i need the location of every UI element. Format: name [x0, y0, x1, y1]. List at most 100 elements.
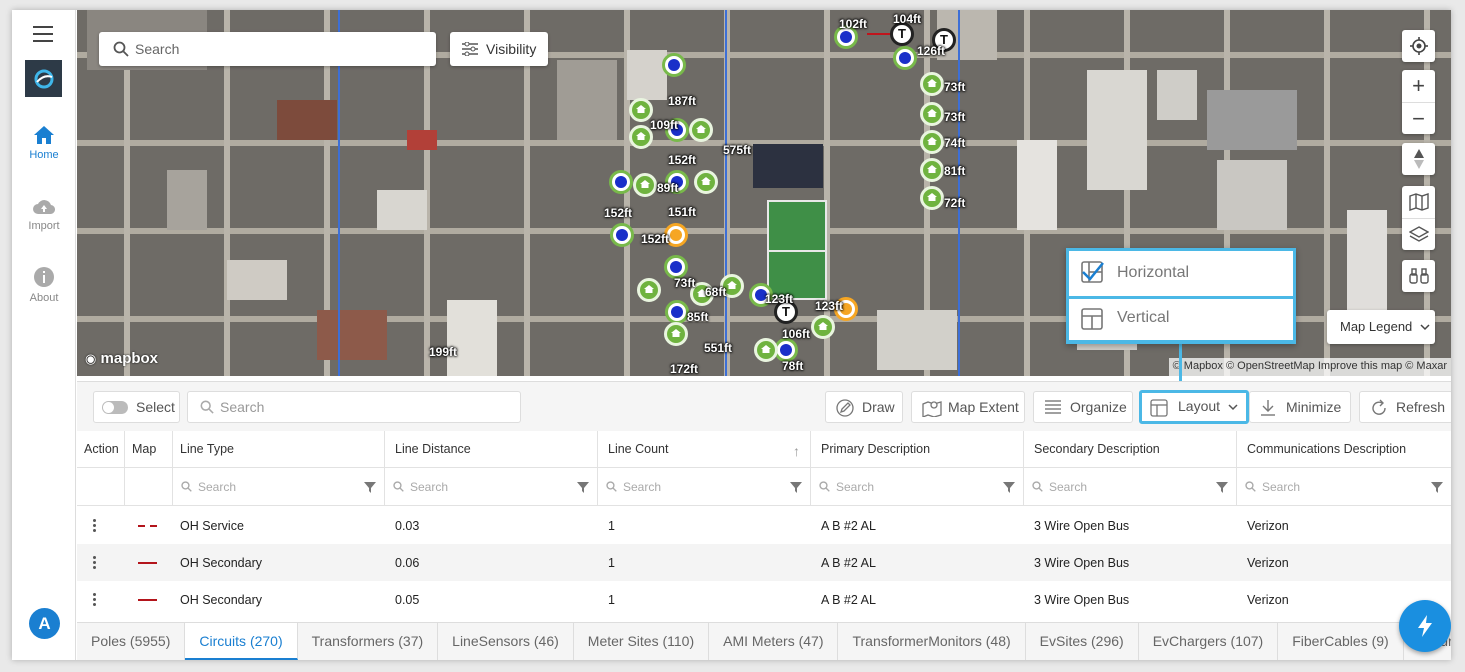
sidebar-item-import[interactable]: Import: [12, 198, 76, 232]
kebab-menu-icon[interactable]: [93, 556, 97, 569]
crosshair-icon[interactable]: [1402, 30, 1435, 62]
layout-option-horizontal[interactable]: Horizontal: [1069, 251, 1293, 294]
map-node[interactable]: [893, 46, 917, 70]
filter-icon[interactable]: [1216, 482, 1228, 493]
map-node[interactable]: [610, 223, 634, 247]
filter-input-line-count[interactable]: Search: [598, 468, 811, 505]
tab-poles[interactable]: Poles (5955): [77, 623, 186, 660]
column-header-line-distance[interactable]: Line Distance: [385, 431, 598, 467]
filter-icon[interactable]: [1003, 482, 1015, 493]
filter-icon[interactable]: [1431, 482, 1443, 493]
cell-line-count: 1: [608, 555, 615, 570]
map-search-input[interactable]: Search: [99, 32, 436, 66]
tab-ami-meters[interactable]: AMI Meters (47): [709, 623, 839, 660]
tab-ev-sites[interactable]: EvSites (296): [1026, 623, 1139, 660]
avatar[interactable]: A: [29, 608, 60, 639]
organize-button[interactable]: Organize: [1033, 391, 1133, 423]
map-attribution[interactable]: © Mapbox © OpenStreetMap Improve this ma…: [1168, 358, 1451, 376]
map-icon[interactable]: [1402, 186, 1435, 218]
zoom-out-icon[interactable]: −: [1402, 102, 1435, 134]
quick-action-button[interactable]: [1399, 600, 1451, 652]
geolocate-control[interactable]: [1402, 30, 1435, 62]
map-node[interactable]: [920, 158, 944, 182]
table-row[interactable]: OH Secondary 0.06 1 A B #2 AL 3 Wire Ope…: [77, 544, 1451, 581]
column-header-communications-description[interactable]: Communications Description: [1237, 431, 1451, 467]
filter-input-secondary-description[interactable]: Search: [1024, 468, 1237, 505]
binoculars-control[interactable]: [1402, 260, 1435, 292]
row-map-line-symbol[interactable]: [125, 544, 173, 581]
map-node[interactable]: [662, 53, 686, 77]
map-node[interactable]: [920, 186, 944, 210]
filter-icon[interactable]: [790, 482, 802, 493]
tab-transformer-monitors[interactable]: TransformerMonitors (48): [838, 623, 1026, 660]
binoculars-icon[interactable]: [1402, 260, 1435, 292]
compass-control[interactable]: [1402, 143, 1435, 175]
map-node[interactable]: [637, 278, 661, 302]
menu-icon[interactable]: [33, 26, 53, 42]
tab-ev-chargers[interactable]: EvChargers (107): [1139, 623, 1279, 660]
tab-circuits[interactable]: Circuits (270): [185, 623, 298, 660]
map-node[interactable]: [633, 173, 657, 197]
minimize-button[interactable]: Minimize: [1249, 391, 1351, 423]
map-node[interactable]: [754, 338, 778, 362]
filter-input-line-type[interactable]: Search: [173, 468, 385, 505]
row-map-line-symbol[interactable]: [125, 581, 173, 618]
map-node[interactable]: [689, 118, 713, 142]
map-node[interactable]: [665, 300, 689, 324]
map-node[interactable]: [609, 170, 633, 194]
column-header-label: Line Count: [608, 442, 669, 456]
tab-fiber-cables[interactable]: FiberCables (9): [1278, 623, 1404, 660]
filter-input-communications-description[interactable]: Search: [1237, 468, 1451, 505]
kebab-menu-icon[interactable]: [93, 593, 97, 606]
chevron-down-icon: [1420, 324, 1430, 331]
visibility-button[interactable]: Visibility: [450, 32, 548, 66]
row-map-line-symbol[interactable]: [125, 507, 173, 544]
tab-meter-sites[interactable]: Meter Sites (110): [574, 623, 710, 660]
app-logo[interactable]: [25, 60, 62, 97]
vertical-layout-icon: [1081, 308, 1103, 330]
zoom-in-icon[interactable]: +: [1402, 70, 1435, 102]
sidebar-item-home[interactable]: Home: [12, 125, 76, 161]
tab-transformers[interactable]: Transformers (37): [298, 623, 439, 660]
map-node[interactable]: [811, 315, 835, 339]
sort-arrow-up-icon[interactable]: ↑: [793, 443, 800, 459]
column-header-line-type[interactable]: Line Type: [173, 431, 385, 467]
select-toggle[interactable]: Select: [93, 391, 180, 423]
dashed-line-icon: [138, 524, 157, 527]
column-header-primary-description[interactable]: Primary Description: [811, 431, 1024, 467]
map-extent-button[interactable]: Map Extent: [911, 391, 1025, 423]
map-legend-button[interactable]: Map Legend: [1327, 310, 1435, 344]
filter-icon[interactable]: [577, 482, 589, 493]
grid-search-input[interactable]: Search: [187, 391, 521, 423]
distance-label: 109ft: [650, 118, 679, 132]
column-header-line-count[interactable]: Line Count ↑: [598, 431, 811, 467]
tab-line-sensors[interactable]: LineSensors (46): [438, 623, 574, 660]
map-node[interactable]: [920, 130, 944, 154]
filter-icon[interactable]: [364, 482, 376, 493]
map-node[interactable]: [920, 102, 944, 126]
map-node[interactable]: [920, 72, 944, 96]
layers-icon[interactable]: [1402, 218, 1435, 250]
draw-button[interactable]: Draw: [825, 391, 903, 423]
filter-input-primary-description[interactable]: Search: [811, 468, 1024, 505]
kebab-menu-icon[interactable]: [93, 519, 97, 532]
search-icon: [606, 481, 617, 492]
layout-button[interactable]: Layout: [1139, 390, 1249, 424]
row-action-menu[interactable]: [77, 581, 125, 618]
row-action-menu[interactable]: [77, 507, 125, 544]
sidebar-item-about[interactable]: About: [12, 266, 76, 304]
map-node[interactable]: [664, 322, 688, 346]
column-header-action[interactable]: Action: [77, 431, 125, 467]
refresh-button[interactable]: Refresh: [1359, 391, 1451, 423]
compass-icon[interactable]: [1402, 143, 1435, 175]
map-style-control: [1402, 186, 1435, 250]
layout-option-vertical[interactable]: Vertical: [1066, 296, 1296, 343]
map-node[interactable]: [694, 170, 718, 194]
column-header-map[interactable]: Map: [125, 431, 173, 467]
filter-input-line-distance[interactable]: Search: [385, 468, 598, 505]
table-row[interactable]: OH Secondary 0.05 1 A B #2 AL 3 Wire Ope…: [77, 581, 1451, 618]
column-header-secondary-description[interactable]: Secondary Description: [1024, 431, 1237, 467]
layout-option-label: Horizontal: [1117, 264, 1190, 281]
row-action-menu[interactable]: [77, 544, 125, 581]
table-row[interactable]: OH Service 0.03 1 A B #2 AL 3 Wire Open …: [77, 507, 1451, 544]
